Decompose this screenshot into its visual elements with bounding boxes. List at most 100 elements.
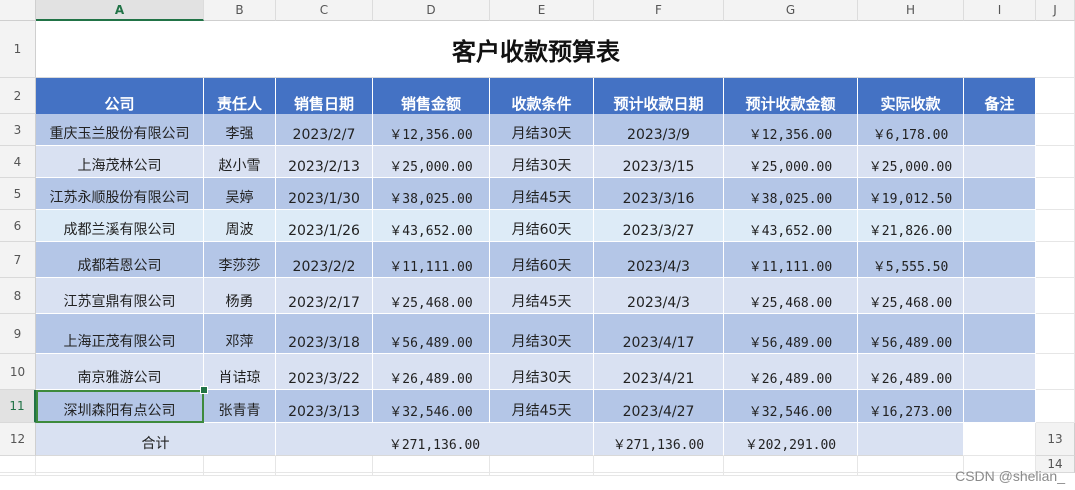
column-header-b[interactable]: B <box>204 0 276 21</box>
table-cell-expected[interactable]: ￥11,111.00 <box>724 242 858 278</box>
table-cell-sale-date[interactable]: 2023/3/13 <box>276 390 373 423</box>
table-cell-terms[interactable]: 月结45天 <box>490 178 594 210</box>
table-cell-note[interactable] <box>964 114 1036 146</box>
table-cell-company[interactable]: 上海茂林公司 <box>36 146 204 178</box>
empty-cell[interactable] <box>0 456 36 473</box>
empty-cell[interactable] <box>724 473 858 476</box>
row-header-2[interactable]: 2 <box>0 78 36 114</box>
table-cell-sale-date[interactable]: 2023/3/22 <box>276 354 373 390</box>
empty-cell[interactable] <box>373 473 490 476</box>
table-cell-note[interactable] <box>964 242 1036 278</box>
cell-j4[interactable] <box>1036 146 1075 178</box>
table-cell-amount[interactable]: ￥11,111.00 <box>373 242 490 278</box>
empty-cell[interactable] <box>36 456 204 473</box>
row-header-4[interactable]: 4 <box>0 146 36 178</box>
table-cell-note[interactable] <box>964 146 1036 178</box>
table-cell-expected[interactable]: ￥12,356.00 <box>724 114 858 146</box>
table-cell-amount[interactable]: ￥56,489.00 <box>373 314 490 354</box>
cell-j9[interactable] <box>1036 314 1075 354</box>
table-cell-owner[interactable]: 赵小雪 <box>204 146 276 178</box>
cell-j8[interactable] <box>1036 278 1075 314</box>
table-cell-owner[interactable]: 李莎莎 <box>204 242 276 278</box>
table-cell-terms[interactable]: 月结60天 <box>490 242 594 278</box>
table-cell-note[interactable] <box>964 278 1036 314</box>
table-cell-expected[interactable]: ￥26,489.00 <box>724 354 858 390</box>
table-cell-terms[interactable]: 月结45天 <box>490 278 594 314</box>
table-cell-owner[interactable]: 杨勇 <box>204 278 276 314</box>
cell-j11[interactable] <box>1036 390 1075 423</box>
table-cell-note[interactable] <box>964 390 1036 423</box>
table-cell-actual[interactable]: ￥21,826.00 <box>858 210 964 242</box>
table-cell-note[interactable] <box>964 314 1036 354</box>
row-header-6[interactable]: 6 <box>0 210 36 242</box>
table-cell-owner[interactable]: 周波 <box>204 210 276 242</box>
table-cell-company[interactable]: 成都若恩公司 <box>36 242 204 278</box>
row-header-1[interactable]: 1 <box>0 21 36 78</box>
table-cell-company[interactable]: 江苏宣鼎有限公司 <box>36 278 204 314</box>
table-cell-expected[interactable]: ￥56,489.00 <box>724 314 858 354</box>
total-expected-amount[interactable]: ￥271,136.00 <box>594 423 724 456</box>
cell-j2[interactable] <box>1036 78 1075 114</box>
table-cell-company[interactable]: 江苏永顺股份有限公司 <box>36 178 204 210</box>
select-all-corner[interactable] <box>0 0 36 21</box>
table-cell-owner[interactable]: 李强 <box>204 114 276 146</box>
cell-j1[interactable] <box>1036 21 1075 78</box>
empty-cell[interactable] <box>858 456 964 473</box>
empty-cell[interactable] <box>276 456 373 473</box>
table-cell-sale-date[interactable]: 2023/1/26 <box>276 210 373 242</box>
table-cell-company[interactable]: 成都兰溪有限公司 <box>36 210 204 242</box>
table-cell-company[interactable]: 南京雅游公司 <box>36 354 204 390</box>
table-cell-terms[interactable]: 月结30天 <box>490 354 594 390</box>
empty-cell[interactable] <box>594 456 724 473</box>
table-cell-sale-date[interactable]: 2023/1/30 <box>276 178 373 210</box>
table-cell-due-date[interactable]: 2023/3/15 <box>594 146 724 178</box>
table-cell-sale-date[interactable]: 2023/2/7 <box>276 114 373 146</box>
table-cell-sale-date[interactable]: 2023/2/2 <box>276 242 373 278</box>
row-header-7[interactable]: 7 <box>0 242 36 278</box>
cell-j3[interactable] <box>1036 114 1075 146</box>
table-cell-due-date[interactable]: 2023/3/9 <box>594 114 724 146</box>
table-cell-due-date[interactable]: 2023/4/21 <box>594 354 724 390</box>
table-cell-amount[interactable]: ￥26,489.00 <box>373 354 490 390</box>
table-cell-expected[interactable]: ￥32,546.00 <box>724 390 858 423</box>
table-cell-note[interactable] <box>964 178 1036 210</box>
cell-j5[interactable] <box>1036 178 1075 210</box>
table-cell-due-date[interactable]: 2023/3/16 <box>594 178 724 210</box>
table-cell-amount[interactable]: ￥25,000.00 <box>373 146 490 178</box>
cell-j12[interactable] <box>964 423 1036 456</box>
table-cell-actual[interactable]: ￥26,489.00 <box>858 354 964 390</box>
table-cell-note[interactable] <box>964 210 1036 242</box>
row-header-12[interactable]: 12 <box>0 423 36 456</box>
table-cell-amount[interactable]: ￥12,356.00 <box>373 114 490 146</box>
column-header-g[interactable]: G <box>724 0 858 21</box>
table-cell-owner[interactable]: 张青青 <box>204 390 276 423</box>
table-cell-actual[interactable]: ￥25,468.00 <box>858 278 964 314</box>
empty-cell[interactable] <box>204 456 276 473</box>
table-cell-owner[interactable]: 邓萍 <box>204 314 276 354</box>
empty-cell[interactable] <box>858 473 964 476</box>
row-header-9[interactable]: 9 <box>0 314 36 354</box>
table-cell-expected[interactable]: ￥25,468.00 <box>724 278 858 314</box>
table-cell-due-date[interactable]: 2023/4/17 <box>594 314 724 354</box>
table-cell-company[interactable]: 重庆玉兰股份有限公司 <box>36 114 204 146</box>
column-header-d[interactable]: D <box>373 0 490 21</box>
cell-j7[interactable] <box>1036 242 1075 278</box>
table-cell-owner[interactable]: 吴婷 <box>204 178 276 210</box>
table-cell-due-date[interactable]: 2023/4/3 <box>594 278 724 314</box>
table-cell-expected[interactable]: ￥25,000.00 <box>724 146 858 178</box>
row-header-5[interactable]: 5 <box>0 178 36 210</box>
table-cell-actual[interactable]: ￥6,178.00 <box>858 114 964 146</box>
total-actual-amount[interactable]: ￥202,291.00 <box>724 423 858 456</box>
table-cell-terms[interactable]: 月结45天 <box>490 390 594 423</box>
table-cell-amount[interactable]: ￥25,468.00 <box>373 278 490 314</box>
table-cell-owner[interactable]: 肖诘琼 <box>204 354 276 390</box>
column-header-j[interactable]: J <box>1036 0 1075 21</box>
empty-cell[interactable] <box>36 473 204 476</box>
table-cell-sale-date[interactable]: 2023/2/17 <box>276 278 373 314</box>
column-header-i[interactable]: I <box>964 0 1036 21</box>
empty-cell[interactable] <box>594 473 724 476</box>
column-header-c[interactable]: C <box>276 0 373 21</box>
row-header-8[interactable]: 8 <box>0 278 36 314</box>
row-header-13[interactable]: 13 <box>1036 423 1075 456</box>
column-header-a[interactable]: A <box>36 0 204 21</box>
